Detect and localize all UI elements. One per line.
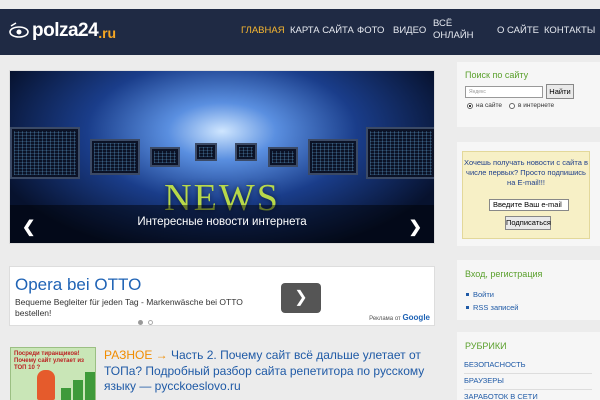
chevron-right-icon[interactable]: ❯ bbox=[409, 217, 422, 237]
radio-site[interactable] bbox=[467, 102, 473, 109]
nav-home[interactable]: ГЛАВНАЯ bbox=[241, 25, 285, 36]
monitor-graphic bbox=[150, 147, 180, 167]
site-header: polza24 .ru ГЛАВНАЯ КАРТА САЙТА ФОТО ВИД… bbox=[0, 9, 600, 55]
slider-caption-bar: Интересные новости интернета bbox=[10, 205, 434, 243]
ad-title[interactable]: Opera bei OTTO bbox=[15, 275, 141, 295]
rubric-item[interactable]: БРАУЗЕРЫ bbox=[464, 374, 592, 390]
figure-graphic bbox=[37, 370, 55, 400]
nav-photo[interactable]: ФОТО bbox=[357, 25, 384, 36]
monitor-graphic bbox=[308, 139, 358, 175]
nav-all-online-line1[interactable]: ВСЁ bbox=[433, 18, 452, 29]
nav-about[interactable]: О САЙТЕ bbox=[497, 25, 539, 36]
bullet-icon bbox=[466, 306, 469, 309]
search-button[interactable]: Найти bbox=[546, 84, 574, 99]
ad-next-button[interactable]: ❯ bbox=[281, 283, 321, 313]
search-scope: на сайте в интернете bbox=[467, 102, 554, 109]
bullet-icon bbox=[466, 293, 469, 296]
nav-video[interactable]: ВИДЕО bbox=[393, 25, 426, 36]
subscribe-button[interactable]: Подписаться bbox=[505, 216, 551, 230]
post-title[interactable]: РАЗНОЕ → Часть 2. Почему сайт всё дальше… bbox=[104, 348, 440, 395]
ad-pagination bbox=[138, 312, 158, 325]
rubric-item[interactable]: ЗАРАБОТОК В СЕТИ bbox=[464, 390, 592, 400]
rubric-item[interactable]: БЕЗОПАСНОСТЬ bbox=[464, 358, 592, 374]
monitor-graphic bbox=[10, 127, 80, 179]
news-slider[interactable]: NEWS Интересные новости интернета ❮ ❯ bbox=[9, 70, 435, 244]
search-input[interactable]: Яндекс bbox=[465, 86, 543, 98]
monitor-graphic bbox=[268, 147, 298, 167]
nav-all-online-line2[interactable]: ОНЛАЙН bbox=[433, 30, 474, 41]
monitor-graphic bbox=[235, 143, 257, 161]
search-title: Поиск по сайту bbox=[465, 70, 529, 80]
google-logo: Google bbox=[402, 313, 430, 322]
nav-contacts[interactable]: КОНТАКТЫ bbox=[544, 25, 595, 36]
google-ad-block[interactable]: Opera bei OTTO Bequeme Begleiter für jed… bbox=[9, 266, 435, 326]
chart-bar-graphic bbox=[73, 380, 83, 400]
ad-dot[interactable] bbox=[148, 320, 153, 325]
login-title: Вход, регистрация bbox=[465, 269, 543, 279]
radio-web-label: в интернете bbox=[518, 102, 555, 109]
chart-bar-graphic bbox=[85, 372, 95, 400]
thumbnail-label: Посреди тиранщиков! Почему сайт улетает … bbox=[14, 351, 85, 371]
search-widget: Поиск по сайту Яндекс Найти на сайте в и… bbox=[457, 62, 600, 127]
ad-dot-active[interactable] bbox=[138, 320, 143, 325]
monitor-graphic bbox=[90, 139, 140, 175]
list-item[interactable]: Войти bbox=[466, 290, 518, 299]
logo-suffix: .ru bbox=[98, 25, 117, 41]
list-item[interactable]: RSS записей bbox=[466, 303, 518, 312]
logo-text: polza24 bbox=[32, 20, 99, 41]
subscribe-text: Хочешь получать новости с сайта в числе … bbox=[464, 158, 588, 187]
radio-site-label: на сайте bbox=[476, 102, 503, 109]
radio-web[interactable] bbox=[509, 102, 516, 109]
post-thumbnail[interactable]: Посреди тиранщиков! Почему сайт улетает … bbox=[10, 347, 96, 400]
slider-caption[interactable]: Интересные новости интернета bbox=[10, 216, 434, 228]
rubrics-title: РУБРИКИ bbox=[465, 341, 507, 351]
login-links: Войти RSS записей bbox=[466, 290, 518, 316]
eye-logo-icon bbox=[9, 22, 29, 38]
rss-link[interactable]: RSS записей bbox=[473, 303, 518, 312]
monitor-graphic bbox=[195, 143, 217, 161]
chart-bar-graphic bbox=[61, 388, 71, 400]
monitor-graphic bbox=[366, 127, 434, 179]
login-link[interactable]: Войти bbox=[473, 290, 494, 299]
email-field[interactable]: Введите Ваш e-mail bbox=[489, 199, 569, 211]
post-category[interactable]: РАЗНОЕ → bbox=[104, 348, 168, 362]
chevron-right-icon: ❯ bbox=[294, 289, 308, 306]
ad-text: Bequeme Begleiter für jeden Tag - Marken… bbox=[15, 297, 243, 318]
site-logo[interactable]: polza24 .ru bbox=[8, 20, 116, 42]
ad-attribution[interactable]: Реклама от Google bbox=[369, 313, 430, 322]
subscribe-widget: Хочешь получать новости с сайта в числе … bbox=[462, 151, 590, 239]
nav-sitemap[interactable]: КАРТА САЙТА bbox=[290, 25, 354, 36]
ad-attribution-prefix: Реклама от bbox=[369, 316, 401, 322]
chevron-left-icon[interactable]: ❮ bbox=[22, 217, 35, 237]
